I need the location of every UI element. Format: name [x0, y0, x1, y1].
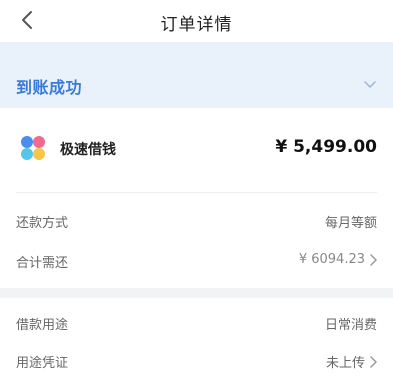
row-value-text: 未上传 [325, 356, 365, 371]
product-logo-icon [21, 136, 45, 160]
row-value: 未上传 [326, 352, 377, 371]
row-label: 还款方式 [16, 216, 69, 231]
row-value: ¥ 6094.23 [299, 252, 377, 267]
loan-summary-card: 极速借钱 ¥ 5,499.00 还款方式 每月等额 合计需还 ¥ 6094.23 [0, 108, 393, 288]
row-value-text: 每月等额 [324, 216, 377, 231]
row-value: 每月等额 [325, 212, 377, 231]
row-label: 合计需还 [16, 256, 69, 271]
total-repayment-row[interactable]: 合计需还 ¥ 6094.23 [0, 244, 393, 278]
purpose-proof-row[interactable]: 用途凭证 未上传 [0, 344, 393, 376]
product-row: 极速借钱 ¥ 5,499.00 [0, 108, 393, 190]
divider [16, 192, 377, 193]
status-label: 到账成功 [16, 78, 83, 97]
navigation-bar: 订单详情 [0, 0, 393, 42]
product-name: 极速借钱 [60, 142, 116, 158]
chevron-down-icon[interactable] [363, 78, 377, 92]
row-value: 日常消费 [325, 314, 377, 333]
row-label: 借款用途 [16, 318, 69, 333]
loan-amount: ¥ 5,499.00 [275, 137, 377, 157]
row-label: 用途凭证 [16, 356, 69, 371]
chevron-right-icon [369, 253, 377, 266]
loan-purpose-row: 借款用途 日常消费 [0, 306, 393, 340]
row-value-text: ¥ 6094.23 [298, 252, 365, 267]
chevron-right-icon [369, 355, 377, 368]
repayment-method-row: 还款方式 每月等额 [0, 204, 393, 238]
page-title: 订单详情 [160, 15, 233, 35]
loan-purpose-card: 借款用途 日常消费 用途凭证 未上传 [0, 298, 393, 376]
status-bar[interactable]: 到账成功 [0, 42, 393, 108]
row-value-text: 日常消费 [324, 318, 377, 333]
